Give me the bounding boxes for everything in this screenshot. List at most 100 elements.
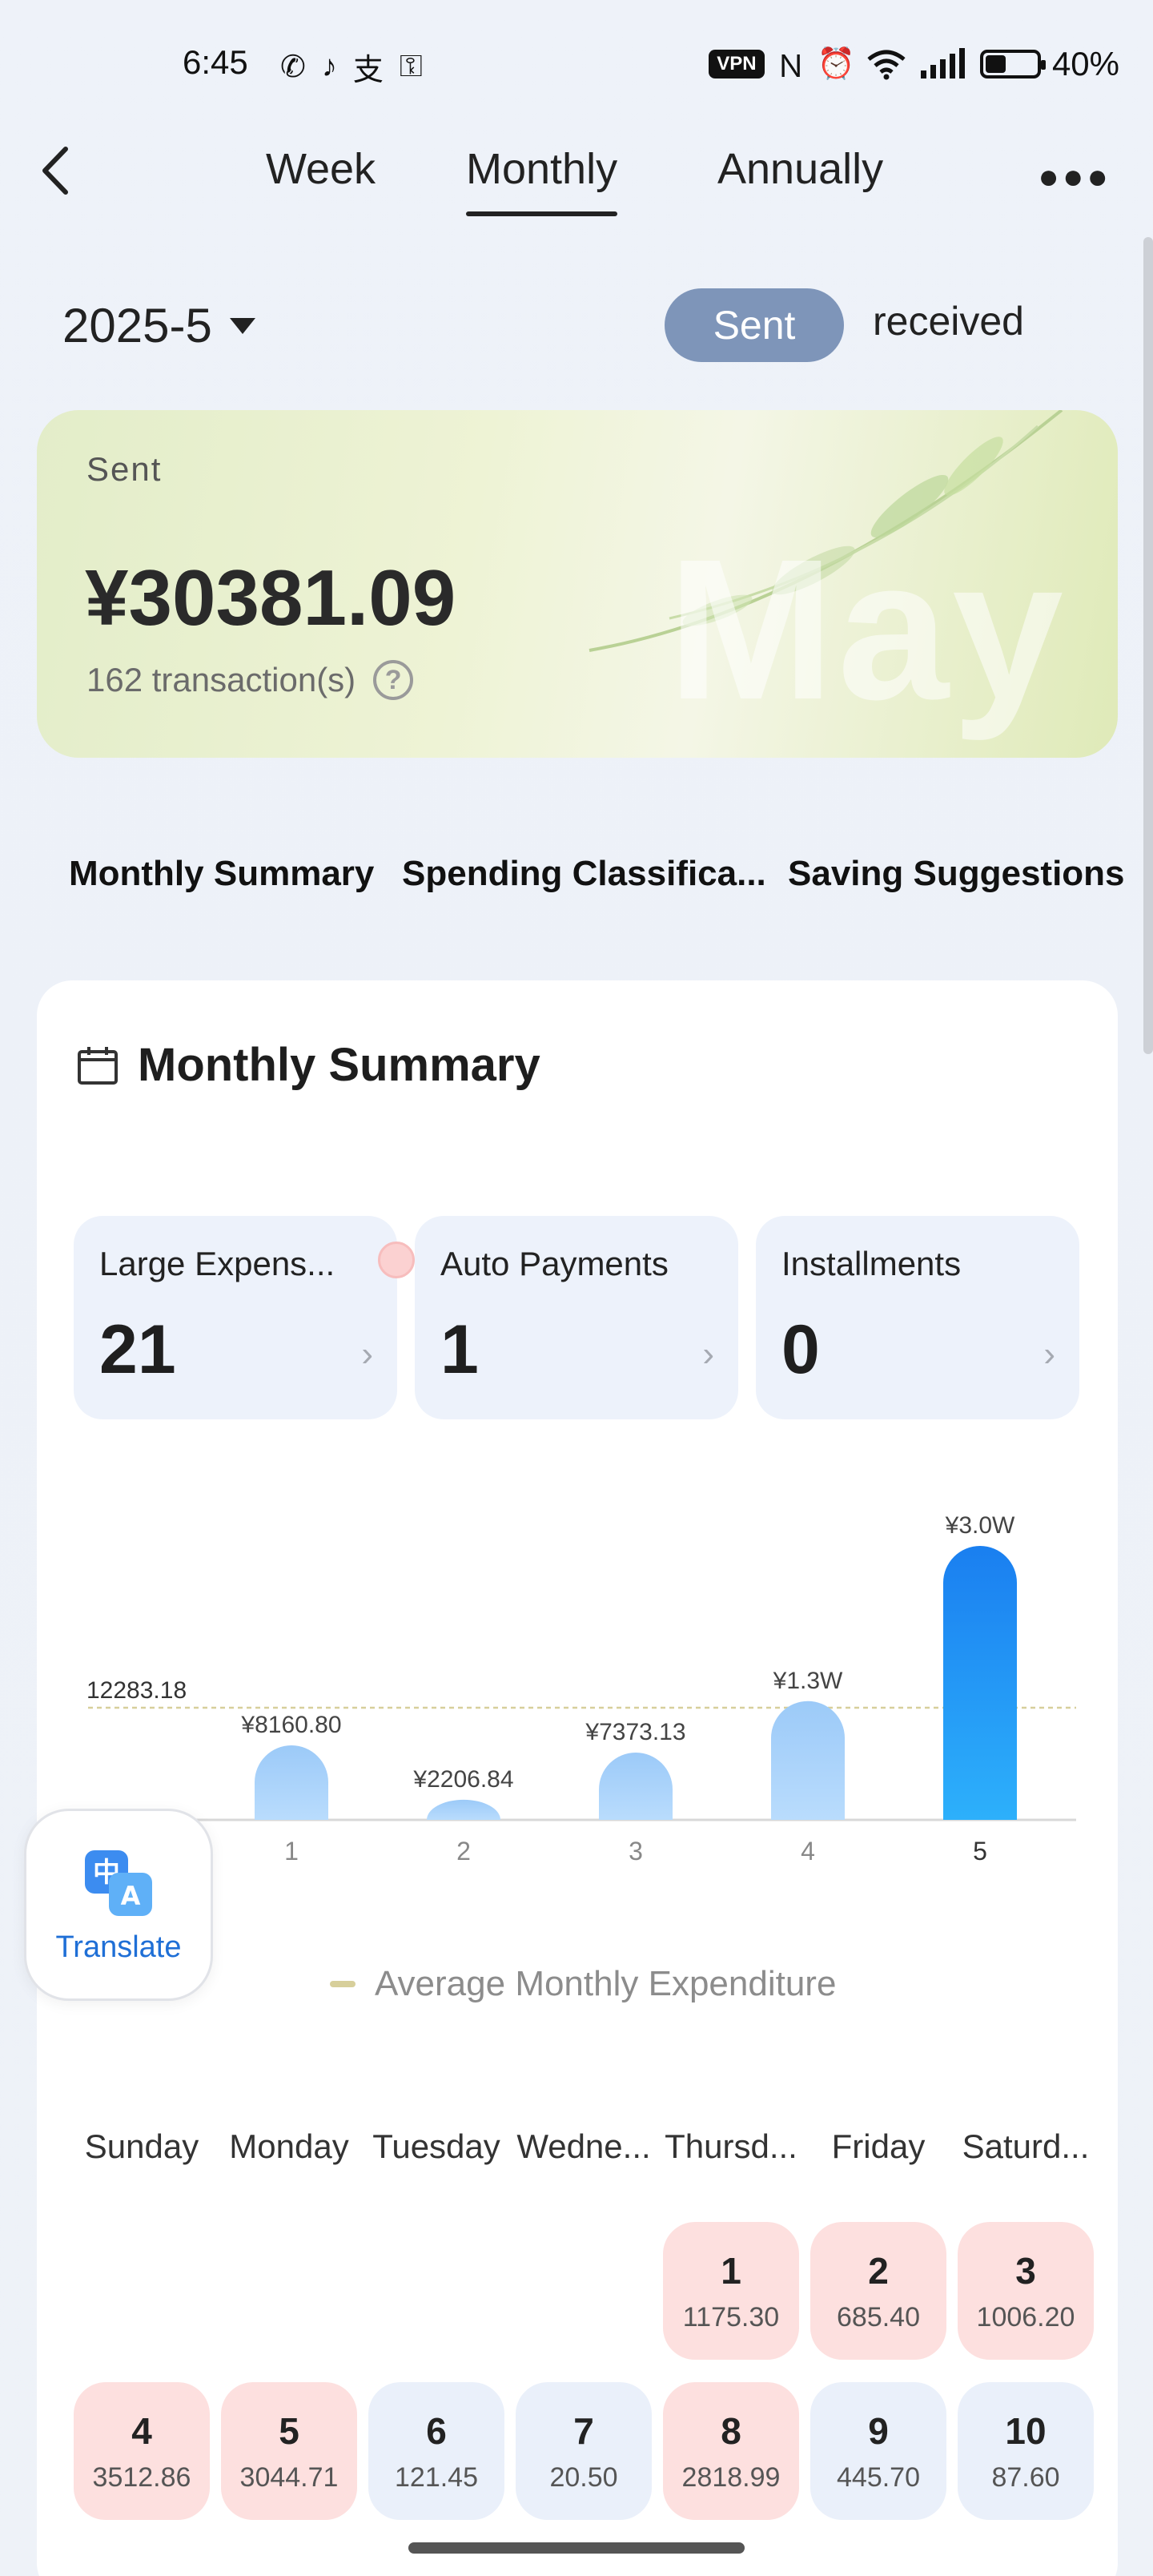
day-number: 9 xyxy=(868,2409,889,2452)
day-amount: 87.60 xyxy=(991,2461,1060,2493)
weekday-label: Tuesday xyxy=(372,2127,500,2165)
calendar-day[interactable]: 7 20.50 xyxy=(516,2382,652,2520)
section-tab-monthly-summary[interactable]: Monthly Summary xyxy=(69,854,374,894)
day-number: 2 xyxy=(868,2249,889,2292)
bar-value-label: ¥2206.84 xyxy=(412,1766,513,1793)
nfc-icon: Ｎ xyxy=(775,50,806,84)
day-number: 4 xyxy=(131,2409,152,2452)
calendar-day[interactable]: 3 1006.20 xyxy=(958,2222,1094,2360)
calendar-day[interactable]: 8 2818.99 xyxy=(663,2382,799,2520)
home-indicator[interactable] xyxy=(408,2542,745,2554)
toggle-received[interactable]: received xyxy=(873,298,1024,344)
day-number: 1 xyxy=(721,2249,741,2292)
day-amount: 685.40 xyxy=(837,2301,920,2332)
calendar-day[interactable]: 6 121.45 xyxy=(368,2382,504,2520)
day-number: 3 xyxy=(1015,2249,1036,2292)
bar-value-label: ¥8160.80 xyxy=(240,1712,341,1738)
day-amount: 20.50 xyxy=(549,2461,618,2493)
system-icons: VPN Ｎ ⏰ 40% xyxy=(709,42,1119,86)
period-selector[interactable]: 2025-5 xyxy=(62,298,255,353)
caret-down-icon xyxy=(229,317,255,334)
stat-installments[interactable]: Installments 0 › xyxy=(756,1216,1079,1419)
x-tick-label: 5 xyxy=(973,1837,987,1866)
chevron-right-icon: › xyxy=(1043,1334,1055,1374)
stat-auto-payments[interactable]: Auto Payments 1 › xyxy=(415,1216,738,1419)
period-label: 2025-5 xyxy=(62,299,212,352)
x-tick-label: 3 xyxy=(629,1837,643,1866)
wifi-icon xyxy=(867,50,906,79)
stat-label: Large Expens... xyxy=(99,1245,335,1282)
stat-value: 0 xyxy=(781,1311,820,1388)
calendar-day[interactable]: 1 1175.30 xyxy=(663,2222,799,2360)
day-amount: 3044.71 xyxy=(239,2461,339,2493)
summary-title: Monthly Summary xyxy=(138,1039,540,1091)
tab-week[interactable]: Week xyxy=(266,144,376,208)
more-options-icon[interactable]: ●●● xyxy=(1038,157,1111,197)
toggle-sent[interactable]: Sent xyxy=(665,288,844,362)
tab-monthly[interactable]: Monthly xyxy=(466,144,618,216)
battery-percent: 40% xyxy=(1051,44,1119,83)
chart-bar[interactable] xyxy=(427,1799,500,1820)
weekday-label: Saturd... xyxy=(962,2127,1090,2165)
x-tick-label: 2 xyxy=(456,1837,471,1866)
alipay-icon: 支 xyxy=(352,54,384,87)
calendar-day[interactable]: 2 685.40 xyxy=(810,2222,946,2360)
translate-label: Translate xyxy=(55,1930,182,1964)
key-icon: ⚿ xyxy=(399,50,423,83)
calendar-day[interactable]: 9 445.70 xyxy=(810,2382,946,2520)
signal-icon xyxy=(920,47,965,78)
day-number: 7 xyxy=(573,2409,594,2452)
alarm-icon: ⏰ xyxy=(817,46,855,81)
day-number: 8 xyxy=(721,2409,741,2452)
translate-icon: 中 A xyxy=(85,1849,152,1916)
summary-header: Monthly Summary xyxy=(77,1038,540,1092)
tiktok-icon: ♪ xyxy=(321,50,337,83)
weekday-label: Thursd... xyxy=(665,2127,797,2165)
day-number: 10 xyxy=(1005,2409,1047,2452)
section-tab-spending-classification[interactable]: Spending Classifica... xyxy=(402,854,766,894)
day-number: 5 xyxy=(279,2409,299,2452)
stat-large-expenses[interactable]: Large Expens... 21 › xyxy=(74,1216,415,1419)
day-amount: 445.70 xyxy=(837,2461,920,2493)
monthly-expenditure-chart: 12283.18 ¥8160.80 1 ¥2206.84 2 ¥7373.13 3 ¥1.3W… xyxy=(86,1512,1076,1866)
chart-bar[interactable] xyxy=(943,1546,1017,1820)
notification-dot xyxy=(378,1242,415,1278)
day-number: 6 xyxy=(426,2409,447,2452)
chart-bar[interactable] xyxy=(255,1745,328,1820)
chart-bar[interactable] xyxy=(599,1752,673,1820)
back-icon[interactable] xyxy=(34,143,82,199)
calendar-day[interactable]: 10 87.60 xyxy=(958,2382,1094,2520)
tab-annually[interactable]: Annually xyxy=(717,144,883,208)
day-amount: 1175.30 xyxy=(682,2301,780,2332)
total-amount: ¥30381.09 xyxy=(85,553,456,642)
notification-icons: ✆ ♪ 支 ⚿ xyxy=(280,45,423,89)
day-amount: 3512.86 xyxy=(92,2461,191,2493)
chevron-right-icon: › xyxy=(702,1334,714,1374)
x-tick-label: 1 xyxy=(284,1837,299,1866)
translate-button[interactable]: 中 A Translate xyxy=(24,1809,213,2001)
legend-label: Average Monthly Expenditure xyxy=(375,1964,837,2003)
stat-value: 1 xyxy=(440,1311,479,1388)
stat-label: Installments xyxy=(781,1245,962,1282)
hero-label: Sent xyxy=(86,450,163,488)
day-amount: 2818.99 xyxy=(681,2461,781,2493)
section-tab-saving-suggestions[interactable]: Saving Suggestions xyxy=(788,854,1125,894)
transaction-count: 162 transaction(s) xyxy=(86,661,356,698)
calendar-day[interactable]: 4 3512.86 xyxy=(74,2382,210,2520)
chart-legend: Average Monthly Expenditure xyxy=(330,1964,836,2004)
bar-value-label: ¥1.3W xyxy=(773,1668,843,1694)
stat-value: 21 xyxy=(99,1311,176,1388)
calendar-day[interactable]: 5 3044.71 xyxy=(221,2382,357,2520)
scrollbar[interactable] xyxy=(1143,237,1153,1054)
weekday-label: Wedne... xyxy=(516,2127,651,2165)
x-tick-label: 4 xyxy=(801,1837,815,1866)
battery-icon xyxy=(979,49,1046,78)
battery-level xyxy=(985,54,1006,73)
day-amount: 121.45 xyxy=(395,2461,478,2493)
transaction-count-row: 162 transaction(s) ? xyxy=(86,660,414,700)
stat-label: Auto Payments xyxy=(440,1245,669,1282)
help-icon[interactable]: ? xyxy=(373,660,414,700)
day-amount: 1006.20 xyxy=(976,2301,1075,2332)
sent-summary-card: May Sent ¥30381.09 162 transaction(s) ? xyxy=(37,410,1118,758)
chart-bar[interactable] xyxy=(771,1701,845,1820)
